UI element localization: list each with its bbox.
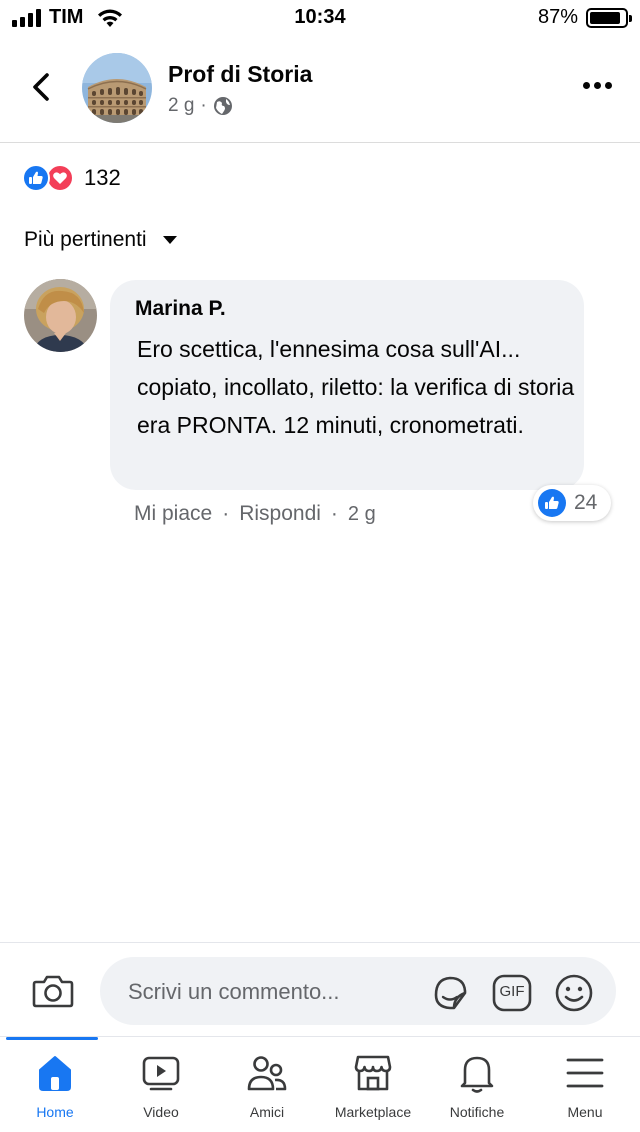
comment-author-avatar[interactable] [24, 279, 97, 352]
battery-percent: 87% [537, 6, 578, 28]
comment-text: Ero scettica, l'ennesima cosa sull'AI...… [137, 336, 575, 438]
comment-reaction-count: 24 [574, 491, 598, 514]
tab-notifications[interactable]: Notifiche [424, 1047, 530, 1131]
home-icon [33, 1051, 77, 1095]
tab-label: Notifiche [449, 1104, 505, 1120]
comment-reaction-badge[interactable]: 24 [533, 485, 612, 521]
post-header: Prof di Storia 2 g · [0, 36, 640, 143]
tab-menu[interactable]: Menu [532, 1047, 638, 1131]
status-bar: TIM 10:34 87% [0, 0, 640, 36]
comment-input[interactable]: Scrivi un commento... GIF [100, 957, 616, 1025]
comment-reply-button[interactable]: Rispondi [239, 502, 321, 526]
page-avatar[interactable] [82, 53, 152, 123]
comment-bubble: Marina P. Ero scettica, l'ennesima cosa … [110, 280, 584, 490]
emoji-icon [555, 974, 593, 1012]
marketplace-icon [351, 1051, 395, 1095]
reactions-summary[interactable]: 132 [22, 164, 121, 192]
comment-actions: Mi piace · Rispondi · 2 g [134, 502, 376, 526]
comment-author[interactable]: Marina P. [135, 297, 226, 321]
tab-label: Video [143, 1104, 179, 1120]
comment-sort-dropdown[interactable]: Più pertinenti [24, 228, 177, 252]
comment-input-placeholder: Scrivi un commento... [128, 979, 340, 1004]
like-reaction-icon [22, 164, 50, 192]
sticker-icon [434, 976, 467, 1010]
tab-label: Home [36, 1104, 74, 1120]
menu-icon [563, 1051, 607, 1095]
back-button[interactable] [24, 70, 58, 104]
gif-button[interactable]: GIF [492, 973, 532, 1013]
battery-fill [590, 11, 620, 24]
comment-time: 2 g [347, 502, 376, 525]
sticker-button[interactable] [430, 973, 470, 1013]
battery-icon [586, 7, 632, 28]
more-horizontal-icon [583, 82, 590, 89]
action-separator: · [222, 502, 230, 525]
post-meta: 2 g · [168, 95, 233, 117]
page-title[interactable]: Prof di Storia [168, 61, 312, 88]
globe-icon [213, 97, 232, 115]
more-options-button[interactable] [583, 82, 612, 89]
tab-marketplace[interactable]: Marketplace [320, 1047, 426, 1131]
post-time: 2 g [168, 95, 195, 116]
tab-label: Amici [249, 1104, 285, 1120]
reaction-count: 132 [84, 165, 121, 190]
colosseum-image [82, 53, 152, 123]
status-right: 87% [537, 6, 632, 29]
tab-label: Marketplace [334, 1104, 412, 1120]
friends-icon [245, 1051, 289, 1095]
tab-label: Menu [567, 1104, 603, 1120]
like-reaction-icon [538, 489, 566, 517]
camera-icon [32, 975, 74, 1008]
tab-video[interactable]: Video [108, 1047, 214, 1131]
video-icon [139, 1051, 183, 1095]
author-photo [24, 279, 97, 352]
caret-down-icon [162, 236, 177, 244]
chevron-left-icon [33, 73, 49, 101]
comment-composer: Scrivi un commento... GIF [0, 942, 640, 1036]
meta-separator: · [200, 95, 207, 116]
love-reaction-icon [46, 164, 74, 192]
action-separator: · [330, 502, 338, 525]
bell-icon [455, 1051, 499, 1095]
active-tab-indicator [6, 1037, 98, 1040]
sort-label: Più pertinenti [24, 228, 147, 251]
tab-friends[interactable]: Amici [214, 1047, 320, 1131]
gif-label: GIF [499, 983, 525, 1000]
bottom-tab-bar: Home Video Amici Marketplace Notifiche M… [0, 1036, 640, 1132]
emoji-button[interactable] [554, 973, 594, 1013]
camera-button[interactable] [32, 973, 74, 1009]
comment-like-button[interactable]: Mi piace [134, 502, 212, 526]
tab-home[interactable]: Home [2, 1047, 108, 1131]
